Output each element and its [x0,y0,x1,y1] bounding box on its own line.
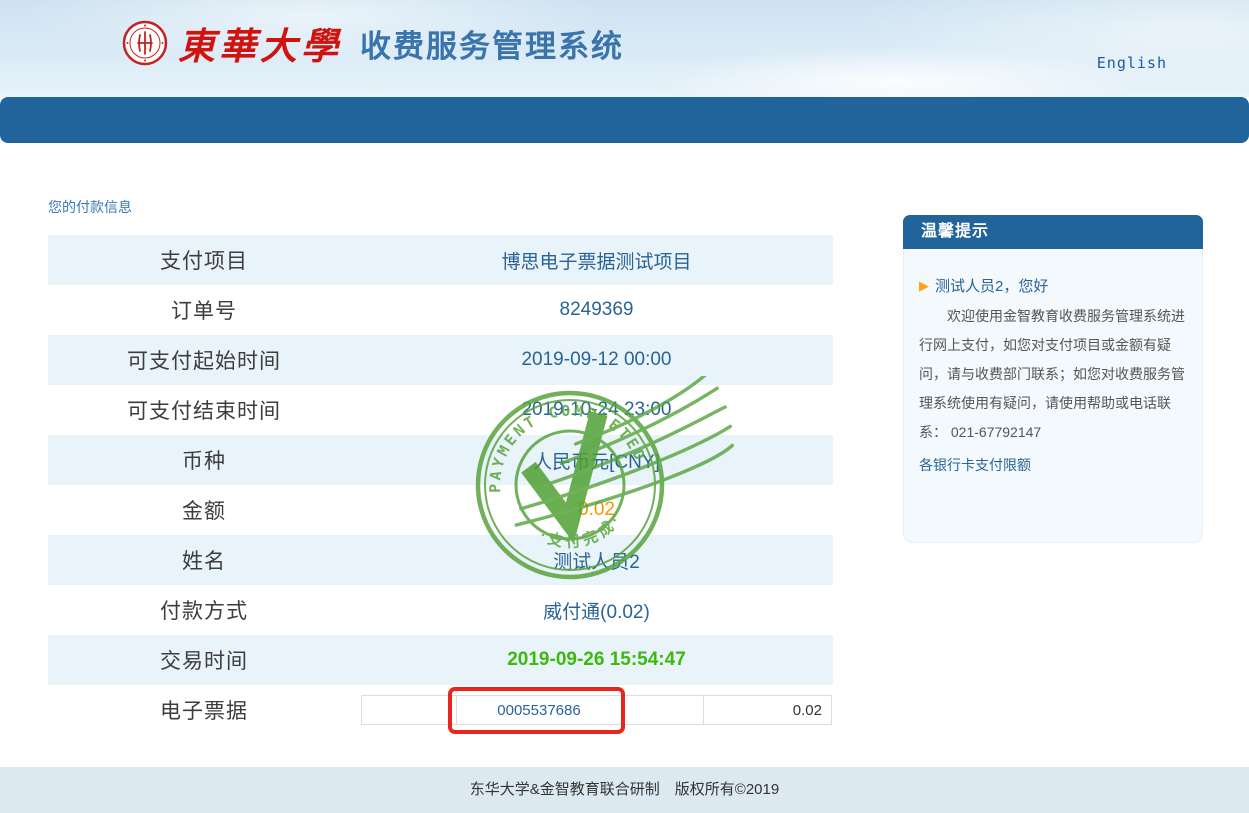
bank-card-limit-link[interactable]: 各银行卡支付限额 [919,457,1031,473]
table-row-amount: 金额 0.02 [48,485,833,535]
page-header: 東華大學 收费服务管理系统 English [0,0,1249,97]
e-bill-amount-cell: 0.02 [704,696,831,724]
payment-info-section-title: 您的付款信息 [48,197,132,217]
table-row-name: 姓名 测试人员2 [48,535,833,585]
e-bill-cell-empty [362,696,457,724]
table-row-pay-end-time: 可支付结束时间 2019-10-24 23:00 [48,385,833,435]
e-bill-number[interactable]: 0005537686 [497,702,580,719]
row-value: 2019-09-12 00:00 [360,349,833,371]
table-row-transaction-time: 交易时间 2019-09-26 15:54:47 [48,635,833,685]
row-label: 姓名 [48,545,360,575]
row-label: 订单号 [48,295,360,325]
system-title: 收费服务管理系统 [360,21,624,66]
tips-sidebar: 温馨提示 ▶ 测试人员2，您好 欢迎使用金智教育收费服务管理系统进行网上支付，如… [903,215,1203,543]
university-seal-icon [122,20,168,66]
row-value: 测试人员2 [360,547,833,574]
university-name: 東華大學 [178,16,342,70]
tips-sidebar-title: 温馨提示 [903,215,1203,249]
row-label: 交易时间 [48,645,360,675]
tips-paragraph: 欢迎使用金智教育收费服务管理系统进行网上支付，如您对支付项目或金额有疑问，请与收… [919,302,1187,447]
payment-result-page: 東華大學 收费服务管理系统 English 您的付款信息 支付项目 博思电子票据… [0,0,1249,813]
row-value: 威付通(0.02) [360,597,833,624]
transaction-time-value: 2019-09-26 15:54:47 [360,649,833,671]
row-label: 可支付起始时间 [48,345,360,375]
page-footer: 东华大学&金智教育联合研制 版权所有©2019 [0,767,1249,813]
table-row-pay-method: 付款方式 威付通(0.02) [48,585,833,635]
e-bill-table: 0005537686 0.02 [361,695,832,725]
arrow-right-icon: ▶ [919,279,929,292]
row-label: 币种 [48,445,360,475]
e-bill-number-cell[interactable]: 0005537686 [457,696,622,724]
row-label: 电子票据 [48,695,360,725]
row-value: 博思电子票据测试项目 [360,247,833,274]
row-label: 付款方式 [48,595,360,625]
greeting-text: 测试人员2，您好 [935,275,1048,296]
amount-value: 0.02 [360,499,833,521]
table-row-pay-start-time: 可支付起始时间 2019-09-12 00:00 [48,335,833,385]
payment-info-table: 支付项目 博思电子票据测试项目 订单号 8249369 可支付起始时间 2019… [48,235,833,735]
table-row-currency: 币种 人民币元[CNY] [48,435,833,485]
row-value: 8249369 [360,299,833,321]
row-label: 可支付结束时间 [48,395,360,425]
brand-area: 東華大學 收费服务管理系统 [122,16,624,70]
table-row-e-bill: 电子票据 0005537686 0.02 [48,685,833,735]
greeting-line: ▶ 测试人员2，您好 [919,275,1187,296]
table-row-order-number: 订单号 8249369 [48,285,833,335]
row-label: 金额 [48,495,360,525]
table-row-pay-item: 支付项目 博思电子票据测试项目 [48,235,833,285]
row-value: 2019-10-24 23:00 [360,399,833,421]
e-bill-cell-empty [622,696,704,724]
main-navbar [0,97,1249,143]
tips-sidebar-body: ▶ 测试人员2，您好 欢迎使用金智教育收费服务管理系统进行网上支付，如您对支付项… [903,249,1203,543]
e-bill-table-wrap: 0005537686 0.02 [360,695,833,725]
row-label: 支付项目 [48,245,360,275]
row-value: 人民币元[CNY] [360,447,833,474]
english-language-link[interactable]: English [1097,54,1167,72]
